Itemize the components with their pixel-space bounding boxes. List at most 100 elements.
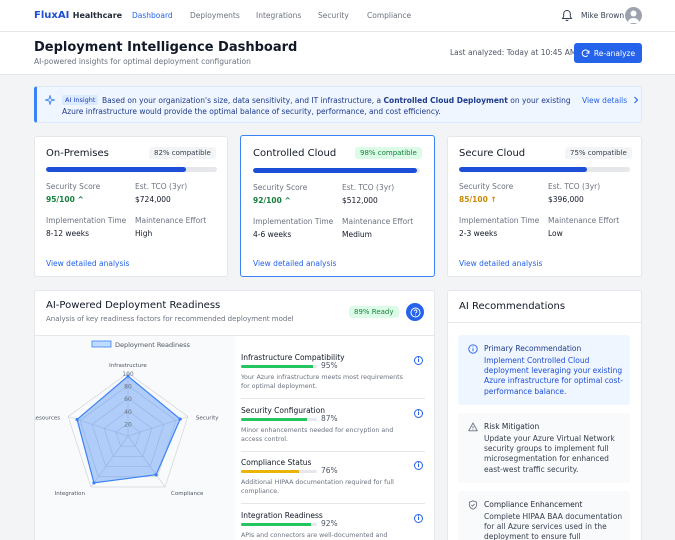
impl-time-label: Implementation Time: [46, 216, 127, 225]
page-subtitle: AI-powered insights for optimal deployme…: [34, 57, 251, 66]
factor-bar-fill: [241, 418, 308, 421]
chevron-right-icon: [633, 96, 638, 104]
avatar[interactable]: [625, 7, 642, 24]
factor-title: Security Configuration: [241, 406, 326, 415]
axis-label: Compliance: [171, 491, 204, 497]
help-button[interactable]: [406, 303, 424, 321]
score-text: 92/100: [253, 196, 282, 205]
nav-integrations[interactable]: Integrations: [256, 11, 301, 20]
security-score-label: Security Score: [46, 182, 101, 191]
option-title: On-Premises: [46, 148, 109, 159]
brand-suffix: Healthcare: [72, 11, 123, 20]
data-point: [154, 473, 158, 477]
impl-time-label: Implementation Time: [459, 216, 540, 225]
page-title: Deployment Intelligence Dashboard: [34, 40, 298, 55]
user-name: Mike Brown: [581, 11, 625, 20]
factor-bar-fill: [241, 523, 311, 526]
legend-swatch: [91, 340, 112, 348]
compatibility-bar: [46, 167, 217, 172]
data-point: [92, 481, 96, 485]
ai-insight-tag: AI Insight: [62, 95, 99, 105]
data-point: [178, 417, 182, 421]
data-polygon: [76, 375, 181, 484]
recommendation-primary[interactable]: Primary Recommendation Implement Control…: [458, 335, 630, 405]
factor-bar: [241, 418, 317, 421]
info-icon[interactable]: i: [414, 356, 423, 365]
ai-insight-banner: Based on your organization's size, data …: [34, 86, 642, 123]
trend-up-icon: ^: [77, 195, 84, 204]
impl-time-value: 8-12 weeks: [46, 229, 90, 238]
help-icon: [410, 307, 420, 317]
insight-highlight: Controlled Cloud Deployment: [383, 96, 508, 105]
factor-description: Your Azure infrastructure meets most req…: [241, 374, 403, 390]
info-icon[interactable]: i: [414, 409, 423, 418]
radar-chart-area: Deployment Readiness 100 80 60 40 20 Infrastru…: [35, 336, 235, 540]
info-icon: [468, 344, 478, 354]
security-score-label: Security Score: [459, 182, 514, 191]
top-navigation: FluxAI Healthcare Dashboard Deployments …: [0, 0, 675, 32]
option-title: Controlled Cloud: [253, 148, 337, 159]
tick-label: 40: [124, 409, 132, 416]
nav-compliance[interactable]: Compliance: [367, 11, 411, 20]
recommendations-panel: AI Recommendations Primary Recommendatio…: [447, 290, 642, 540]
factor-title: Compliance Status: [241, 458, 312, 467]
view-analysis-link[interactable]: View detailed analysis: [253, 259, 336, 268]
compatibility-badge: 82% compatible: [149, 147, 216, 159]
recommendation-description: Update your Azure Virtual Network securi…: [484, 434, 615, 474]
nav-dashboard[interactable]: Dashboard: [132, 11, 173, 20]
recommendation-risk-mitigation[interactable]: Risk Mitigation Update your Azure Virtua…: [458, 413, 630, 483]
axis-label: Security: [196, 416, 219, 422]
brand-logo[interactable]: FluxAI Healthcare: [34, 10, 122, 21]
insight-text-before: Based on your organization's size, data …: [102, 96, 384, 105]
nav-deployments[interactable]: Deployments: [190, 11, 240, 20]
tco-value: $512,000: [342, 196, 378, 205]
brand-name: FluxAI: [34, 10, 70, 21]
compatibility-fill: [459, 167, 588, 172]
maintenance-label: Maintenance Effort: [135, 216, 207, 225]
nav-security[interactable]: Security: [318, 11, 349, 20]
factor-bar: [241, 523, 317, 526]
readiness-title: AI-Powered Deployment Readiness: [46, 300, 221, 311]
divider: [241, 503, 425, 504]
compatibility-fill: [253, 168, 417, 173]
factor-description: APIs and connectors are well-documented …: [241, 532, 388, 539]
axis-label: Infrastructure: [109, 363, 147, 369]
factor-bar: [241, 365, 317, 368]
recommendation-description: Implement Controlled Cloud deployment le…: [484, 356, 624, 396]
last-analyzed: Last analyzed: Today at 10:45 AM: [450, 48, 577, 57]
factor-title: Integration Readiness: [241, 511, 323, 520]
recommendation-description: Complete HIPAA BAA documentation for all…: [484, 512, 623, 540]
impl-time-value: 4-6 weeks: [253, 230, 292, 239]
info-icon[interactable]: i: [414, 461, 423, 470]
security-score-value: 95/100 ^: [46, 195, 84, 204]
bell-icon[interactable]: [561, 9, 573, 22]
factor-description: Additional HIPAA documentation required …: [241, 479, 394, 495]
warning-icon: [468, 422, 478, 432]
factor-percent: 76%: [321, 466, 338, 475]
security-score-value: 85/100 ↑: [459, 195, 497, 204]
reanalyze-label: Re-analyze: [593, 48, 636, 58]
impl-time-value: 2-3 weeks: [459, 229, 498, 238]
factor-percent: 95%: [321, 361, 338, 370]
view-analysis-link[interactable]: View detailed analysis: [459, 259, 542, 268]
shield-icon: [468, 500, 478, 510]
info-icon[interactable]: i: [414, 514, 423, 523]
option-card-controlled-cloud[interactable]: Controlled Cloud 98% compatible Security…: [240, 135, 435, 277]
option-card-secure-cloud[interactable]: Secure Cloud 75% compatible Security Sco…: [447, 136, 642, 277]
divider: [448, 322, 641, 323]
view-analysis-link[interactable]: View detailed analysis: [46, 259, 129, 268]
option-title: Secure Cloud: [459, 148, 526, 159]
recommendation-compliance[interactable]: Compliance Enhancement Complete HIPAA BA…: [458, 491, 630, 540]
factor-percent: 92%: [321, 519, 338, 528]
reanalyze-button[interactable]: Re-analyze: [574, 43, 642, 63]
recommendation-title: Risk Mitigation: [484, 422, 540, 431]
legend-label: Deployment Readiness: [115, 341, 190, 349]
maintenance-value: High: [135, 229, 153, 238]
recommendations-title: AI Recommendations: [459, 301, 566, 312]
compatibility-badge: 98% compatible: [355, 147, 422, 159]
option-card-on-premises[interactable]: On-Premises 82% compatible Security Scor…: [34, 136, 228, 277]
factor-percent: 87%: [321, 414, 338, 423]
view-details-link[interactable]: View details: [582, 96, 639, 105]
score-text: 95/100: [46, 195, 75, 204]
readiness-subtitle: Analysis of key readiness factors for re…: [46, 315, 294, 323]
